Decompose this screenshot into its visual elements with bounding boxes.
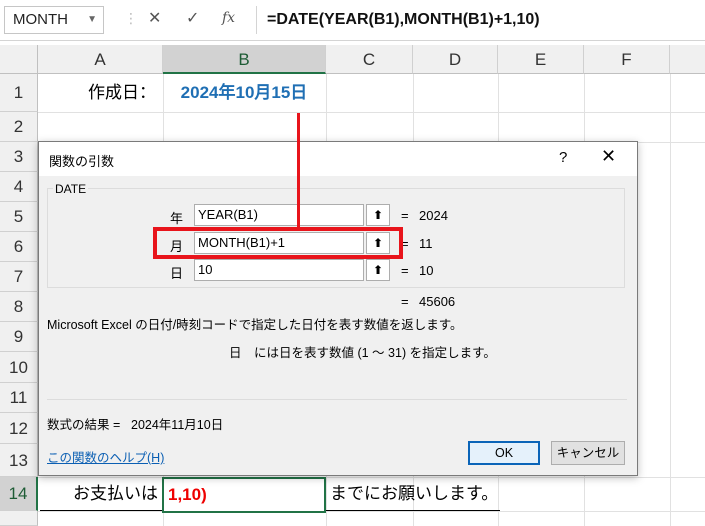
cell-c14[interactable]: までにお願いします。 (330, 477, 590, 511)
formula-result-label: 数式の結果 = (47, 418, 121, 432)
gridline (38, 112, 705, 113)
close-icon[interactable]: ✕ (601, 146, 616, 167)
annotation-highlight-box (153, 227, 403, 259)
dialog-title: 関数の引数 (49, 154, 115, 169)
name-box-value: MONTH (13, 11, 68, 28)
row-header-10[interactable]: 10 (0, 352, 38, 383)
column-header-d[interactable]: D (413, 45, 498, 74)
formula-bar-grip-icon: ⋮ (124, 10, 139, 26)
cancel-icon[interactable]: ✕ (148, 8, 161, 28)
column-header-e[interactable]: E (498, 45, 584, 74)
column-header-next[interactable] (670, 45, 705, 74)
arg-month-result: 11 (419, 236, 433, 251)
arg-year-result: 2024 (419, 208, 448, 223)
row-header-8[interactable]: 8 (0, 292, 38, 322)
function-help-link[interactable]: この関数のヘルプ(H) (47, 447, 164, 466)
equals-sign: = (401, 208, 409, 223)
equals-sign: = (401, 263, 409, 278)
row-header-3[interactable]: 3 (0, 142, 38, 172)
arg-year-input[interactable]: YEAR(B1) (194, 204, 364, 226)
row-header-9[interactable]: 9 (0, 322, 38, 352)
function-name-label: DATE (53, 182, 89, 196)
help-icon[interactable]: ? (559, 149, 567, 166)
row-header-2[interactable]: 2 (0, 112, 38, 142)
annotation-line (297, 113, 300, 227)
row-header-5[interactable]: 5 (0, 202, 38, 232)
ok-button[interactable]: OK (468, 441, 540, 465)
row-header-7[interactable]: 7 (0, 262, 38, 292)
cancel-button[interactable]: キャンセル (551, 441, 625, 465)
cell-a1[interactable]: 作成日： (38, 74, 162, 112)
row-header-13[interactable]: 13 (0, 444, 38, 477)
dialog-divider (47, 399, 627, 400)
select-all-corner[interactable] (0, 45, 38, 74)
cell-b1[interactable]: 2024年10月15日 (163, 74, 325, 112)
chevron-down-icon[interactable]: ▼ (87, 7, 97, 33)
function-result: 45606 (419, 294, 456, 309)
arg-day-label: 日 (169, 266, 183, 281)
arg-day-input[interactable]: 10 (194, 259, 364, 281)
formula-input[interactable]: =DATE(YEAR(B1),MONTH(B1)+1,10) (256, 6, 705, 34)
collapse-dialog-icon[interactable]: ⬆ (366, 259, 390, 281)
row-header-6[interactable]: 6 (0, 232, 38, 262)
row-header-14[interactable]: 14 (0, 477, 38, 511)
equals-sign: = (401, 294, 409, 309)
name-box[interactable]: MONTH ▼ (4, 6, 104, 34)
row-header-12[interactable]: 12 (0, 413, 38, 444)
cell-a14[interactable]: お支払いは (38, 477, 162, 511)
enter-icon[interactable]: ✓ (186, 8, 199, 28)
gridline (670, 74, 671, 526)
row-header-15[interactable] (0, 511, 38, 526)
arg-year-label: 年 (169, 211, 183, 226)
formula-result-value: 2024年11月10日 (131, 418, 224, 432)
row-header-1[interactable]: 1 (0, 74, 38, 112)
function-arguments-dialog: 関数の引数 ? ✕ DATE 年 YEAR(B1) ⬆ = 2024 月 MON… (38, 141, 638, 476)
function-description: Microsoft Excel の日付/時刻コードで指定した日付を表す数値を返し… (47, 318, 463, 332)
insert-function-icon[interactable]: fx (222, 10, 235, 26)
formula-bar: MONTH ▼ ⋮ ✕ ✓ fx =DATE(YEAR(B1),MONTH(B1… (0, 0, 705, 41)
gridline (38, 511, 705, 512)
column-header-f[interactable]: F (584, 45, 670, 74)
column-header-c[interactable]: C (326, 45, 413, 74)
column-header-b[interactable]: B (163, 45, 326, 74)
collapse-dialog-icon[interactable]: ⬆ (366, 204, 390, 226)
row-header-4[interactable]: 4 (0, 172, 38, 202)
argument-description: 日 には日を表す数値 (1 ～ 31) を指定します。 (229, 346, 496, 360)
row-header-11[interactable]: 11 (0, 383, 38, 413)
dialog-title-bar[interactable]: 関数の引数 ? ✕ (39, 142, 637, 176)
arg-day-result: 10 (419, 263, 434, 278)
column-header-a[interactable]: A (38, 45, 163, 74)
cell-b14-active[interactable]: 1,10) (162, 477, 326, 513)
